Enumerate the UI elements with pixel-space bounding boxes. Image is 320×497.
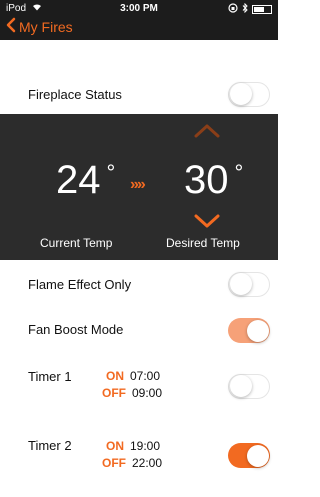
timer-1-label: Timer 1 <box>28 369 72 384</box>
flame-effect-row: Flame Effect Only <box>0 260 278 308</box>
desired-temp-label: Desired Temp <box>166 236 240 250</box>
timer-2-toggle[interactable] <box>228 443 270 468</box>
timer-2-on-label: ON <box>106 439 124 453</box>
back-button-label: My Fires <box>19 18 73 35</box>
back-button[interactable]: My Fires <box>6 17 73 36</box>
battery-icon <box>252 5 272 14</box>
fireplace-status-label: Fireplace Status <box>28 87 122 102</box>
timer-2-on[interactable]: ON 19:00 <box>106 437 160 455</box>
flame-effect-label: Flame Effect Only <box>28 277 132 292</box>
chevron-down-icon[interactable] <box>194 214 220 233</box>
top-bar: iPod 3:00 PM My Fires <box>0 0 278 40</box>
timer-2-off-time: 22:00 <box>132 456 163 470</box>
timer-1-on[interactable]: ON 07:00 <box>106 367 160 385</box>
timer-1-on-time: 07:00 <box>130 369 161 383</box>
timer-1-on-label: ON <box>106 369 124 383</box>
timer-1-row: Timer 1 ON 07:00 OFF 09:00 <box>0 353 278 422</box>
timer-2-row: Timer 2 ON 19:00 OFF 22:00 <box>0 421 278 497</box>
timer-2-on-time: 19:00 <box>130 439 161 453</box>
timer-2-off-label: OFF <box>102 456 126 470</box>
timer-1-off-label: OFF <box>102 386 126 400</box>
desired-temp-degree: ° <box>234 160 244 185</box>
lock-rotation-icon <box>228 3 238 16</box>
flame-effect-toggle[interactable] <box>228 272 270 297</box>
fan-boost-toggle[interactable] <box>228 318 270 343</box>
bluetooth-icon <box>242 2 248 16</box>
status-right <box>228 2 272 16</box>
timer-2-label: Timer 2 <box>28 438 72 453</box>
temperature-panel: 24 ° »» 30 ° Current Temp Desired Temp <box>0 114 278 260</box>
navigation-bar: My Fires <box>0 16 278 40</box>
timer-1-toggle[interactable] <box>228 374 270 399</box>
fan-boost-label: Fan Boost Mode <box>28 322 124 337</box>
timer-1-off[interactable]: OFF 09:00 <box>102 384 162 402</box>
chevron-up-icon[interactable] <box>194 124 220 143</box>
fireplace-status-toggle[interactable] <box>228 82 270 107</box>
fan-boost-row: Fan Boost Mode <box>0 307 278 354</box>
desired-temp-value: 30 ° <box>184 158 244 202</box>
fireplace-status-row: Fireplace Status <box>0 40 278 114</box>
timer-2-off[interactable]: OFF 22:00 <box>102 454 162 472</box>
timer-1-off-time: 09:00 <box>132 386 163 400</box>
current-temp-degree: ° <box>106 160 116 185</box>
current-temp-value: 24 ° <box>56 158 116 202</box>
chevron-left-icon <box>6 17 19 36</box>
double-chevron-icon: »» <box>130 176 146 193</box>
current-temp-label: Current Temp <box>40 236 113 250</box>
